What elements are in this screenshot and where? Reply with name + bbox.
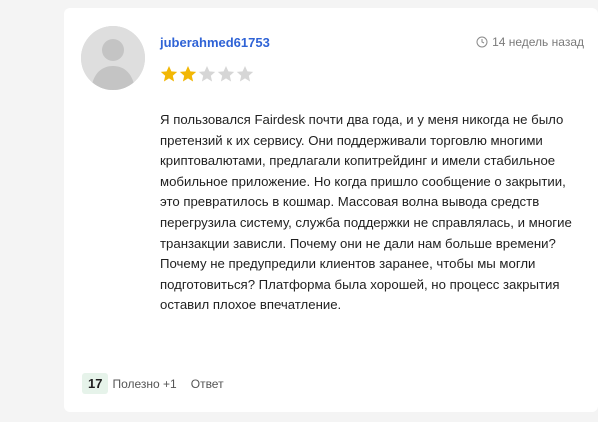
review-card: juberahmed61753 14 недель назад Я пользо… bbox=[64, 8, 598, 412]
clock-icon bbox=[476, 36, 488, 48]
user-silhouette-icon bbox=[81, 26, 145, 90]
star-empty-icon bbox=[217, 66, 235, 82]
star-filled-icon bbox=[179, 66, 197, 82]
star-empty-icon bbox=[236, 66, 254, 82]
time-ago-label: 14 недель назад bbox=[492, 35, 584, 49]
review-username[interactable]: juberahmed61753 bbox=[160, 35, 270, 50]
star-filled-icon bbox=[160, 66, 178, 82]
review-text: Я пользовался Fairdesk почти два года, и… bbox=[160, 112, 572, 313]
review-footer: 17 Полезно +1 Ответ bbox=[82, 373, 224, 394]
helpful-button[interactable]: Полезно +1 bbox=[112, 377, 176, 391]
avatar[interactable] bbox=[81, 26, 145, 90]
star-empty-icon bbox=[198, 66, 216, 82]
review-timestamp: 14 недель назад bbox=[476, 35, 584, 49]
star-rating bbox=[160, 65, 254, 83]
reply-button[interactable]: Ответ bbox=[191, 377, 224, 391]
helpful-count-badge: 17 bbox=[82, 373, 109, 394]
